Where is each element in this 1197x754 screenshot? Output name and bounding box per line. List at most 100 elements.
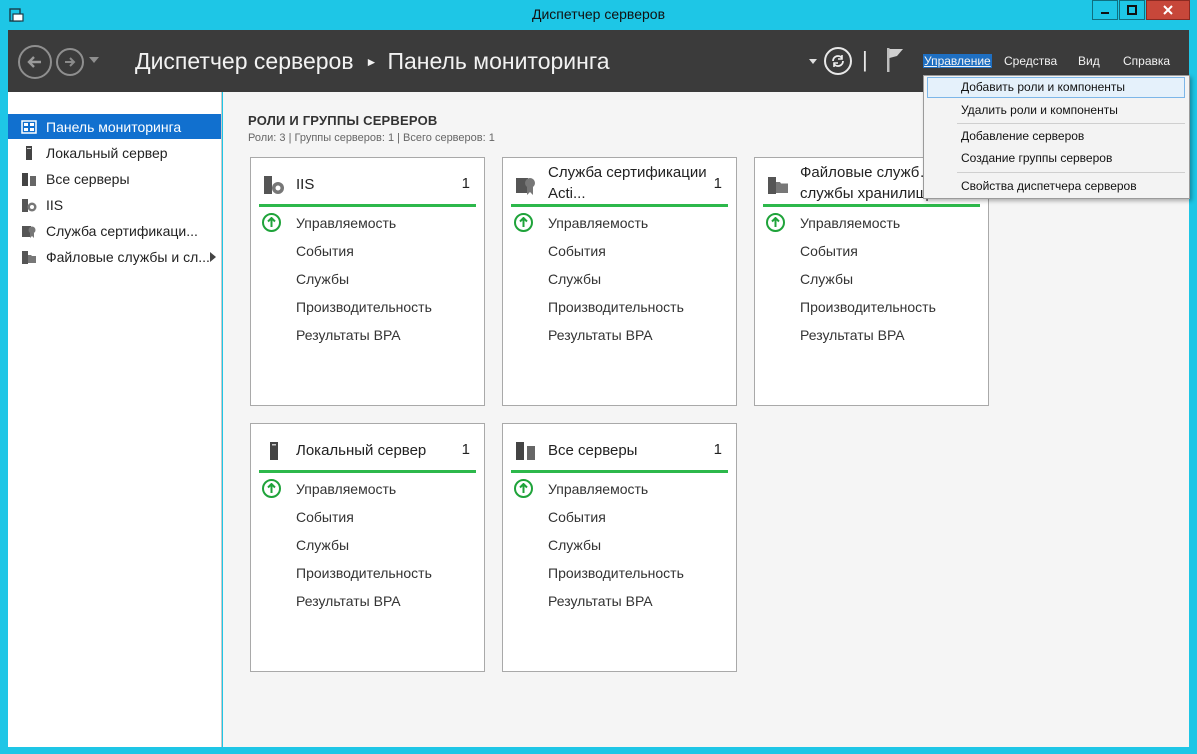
tile-row-manageability[interactable]: Управляемость [548, 481, 648, 497]
file-services-icon [768, 177, 788, 194]
tile-row-services[interactable]: Службы [296, 271, 349, 287]
tile-status-bar [763, 204, 980, 207]
tile-row-services[interactable]: Службы [296, 537, 349, 553]
menu-separator [957, 172, 1185, 173]
tile-row-manageability[interactable]: Управляемость [296, 481, 396, 497]
maximize-button[interactable] [1119, 0, 1145, 20]
tile-row-services[interactable]: Службы [800, 271, 853, 287]
tile-row-events[interactable]: События [548, 509, 606, 525]
history-dropdown-icon[interactable] [89, 57, 99, 63]
ok-status-icon [262, 479, 281, 498]
sidebar-item-label: Панель мониторинга [46, 118, 182, 135]
file-services-icon [22, 250, 36, 264]
tile-row-events[interactable]: События [548, 243, 606, 259]
certificate-icon [516, 178, 535, 195]
tile-count[interactable]: 1 [714, 175, 722, 192]
notifications-flag-icon[interactable] [884, 46, 906, 74]
menu-tools[interactable]: Средства [1004, 54, 1057, 68]
tile-title[interactable]: IIS [296, 174, 456, 195]
close-icon [1163, 5, 1173, 15]
tile-count[interactable]: 1 [714, 441, 722, 458]
minimize-button[interactable] [1092, 0, 1118, 20]
tile-row-bpa[interactable]: Результаты BPA [548, 327, 653, 343]
tile-row-manageability[interactable]: Управляемость [296, 215, 396, 231]
tile-status-bar [259, 470, 476, 473]
dashboard-icon [21, 119, 37, 134]
forward-button[interactable] [56, 48, 84, 76]
sidebar-item-label: Служба сертификаци... [46, 222, 198, 239]
tile-row-bpa[interactable]: Результаты BPA [800, 327, 905, 343]
breadcrumb-separator-icon: ► [365, 54, 378, 69]
tile-row-bpa[interactable]: Результаты BPA [296, 593, 401, 609]
tile-row-performance[interactable]: Производительность [296, 299, 432, 315]
role-tile-certificate-services[interactable]: Служба сертификации Acti... 1 Управляемо… [502, 157, 737, 406]
sidebar-item-dashboard[interactable]: Панель мониторинга [8, 114, 221, 139]
tile-title[interactable]: Все серверы [548, 440, 708, 461]
close-button[interactable] [1146, 0, 1190, 20]
tile-count[interactable]: 1 [462, 441, 470, 458]
sidebar-item-all-servers[interactable]: Все серверы [8, 166, 221, 191]
ok-status-icon [766, 213, 785, 232]
breadcrumb-dropdown-icon[interactable] [809, 59, 817, 64]
breadcrumb-current: Панель мониторинга [387, 48, 610, 74]
menu-manage[interactable]: Управление [923, 54, 992, 68]
ok-status-icon [514, 479, 533, 498]
refresh-button[interactable] [824, 47, 852, 75]
tile-row-performance[interactable]: Производительность [548, 565, 684, 581]
tile-status-bar [511, 470, 728, 473]
tile-row-services[interactable]: Службы [548, 537, 601, 553]
menu-item-server-manager-properties[interactable]: Свойства диспетчера серверов [924, 176, 1189, 197]
certificate-icon [22, 225, 36, 238]
iis-icon [264, 176, 284, 194]
menu-item-add-roles[interactable]: Добавить роли и компоненты [927, 77, 1185, 98]
window-title: Диспетчер серверов [531, 6, 666, 22]
minimize-icon [1101, 12, 1109, 14]
tile-row-performance[interactable]: Производительность [548, 299, 684, 315]
menu-help[interactable]: Справка [1123, 54, 1170, 68]
tile-row-services[interactable]: Службы [548, 271, 601, 287]
expand-arrow-icon[interactable] [210, 252, 216, 262]
tile-count[interactable]: 1 [462, 175, 470, 192]
back-button[interactable] [18, 45, 52, 79]
menu-item-add-servers[interactable]: Добавление серверов [924, 126, 1189, 147]
tile-row-manageability[interactable]: Управляемость [800, 215, 900, 231]
group-tile-all-servers[interactable]: Все серверы 1 Управляемость События Служ… [502, 423, 737, 672]
tile-row-events[interactable]: События [800, 243, 858, 259]
servers-icon [516, 442, 535, 460]
tile-status-bar [259, 204, 476, 207]
tile-row-performance[interactable]: Производительность [800, 299, 936, 315]
arrow-right-icon [65, 57, 76, 67]
manage-dropdown-menu: Добавить роли и компоненты Удалить роли … [923, 75, 1190, 199]
sidebar: Панель мониторинга Локальный сервер Все … [8, 92, 222, 747]
servers-icon [22, 172, 36, 186]
menu-view[interactable]: Вид [1078, 54, 1100, 68]
menu-separator [957, 123, 1185, 124]
menu-item-remove-roles[interactable]: Удалить роли и компоненты [924, 100, 1189, 121]
tile-row-bpa[interactable]: Результаты BPA [548, 593, 653, 609]
tile-title[interactable]: Локальный сервер [296, 440, 456, 461]
sidebar-item-local-server[interactable]: Локальный сервер [8, 140, 221, 165]
menu-item-create-server-group[interactable]: Создание группы серверов [924, 148, 1189, 169]
role-tile-iis[interactable]: IIS 1 Управляемость События Службы Произ… [250, 157, 485, 406]
sidebar-item-file-services[interactable]: Файловые службы и сл... [8, 244, 221, 269]
tile-row-manageability[interactable]: Управляемость [548, 215, 648, 231]
arrow-left-icon [27, 56, 41, 68]
sidebar-item-label: Все серверы [46, 170, 130, 187]
sidebar-item-certificate-services[interactable]: Служба сертификаци... [8, 218, 221, 243]
section-title: РОЛИ И ГРУППЫ СЕРВЕРОВ [248, 113, 438, 128]
header-divider: | [862, 47, 868, 72]
group-tile-local-server[interactable]: Локальный сервер 1 Управляемость События… [250, 423, 485, 672]
sidebar-item-label: IIS [46, 196, 64, 213]
tile-title[interactable]: Служба сертификации Acti... [548, 162, 708, 204]
tile-row-performance[interactable]: Производительность [296, 565, 432, 581]
ok-status-icon [514, 213, 533, 232]
server-icon [26, 145, 32, 160]
sidebar-item-iis[interactable]: IIS [8, 192, 221, 217]
tile-row-events[interactable]: События [296, 243, 354, 259]
sidebar-item-label: Локальный сервер [46, 144, 168, 161]
ok-status-icon [262, 213, 281, 232]
breadcrumb-root[interactable]: Диспетчер серверов [135, 48, 354, 75]
tile-row-bpa[interactable]: Результаты BPA [296, 327, 401, 343]
tile-row-events[interactable]: События [296, 509, 354, 525]
tile-status-bar [511, 204, 728, 207]
